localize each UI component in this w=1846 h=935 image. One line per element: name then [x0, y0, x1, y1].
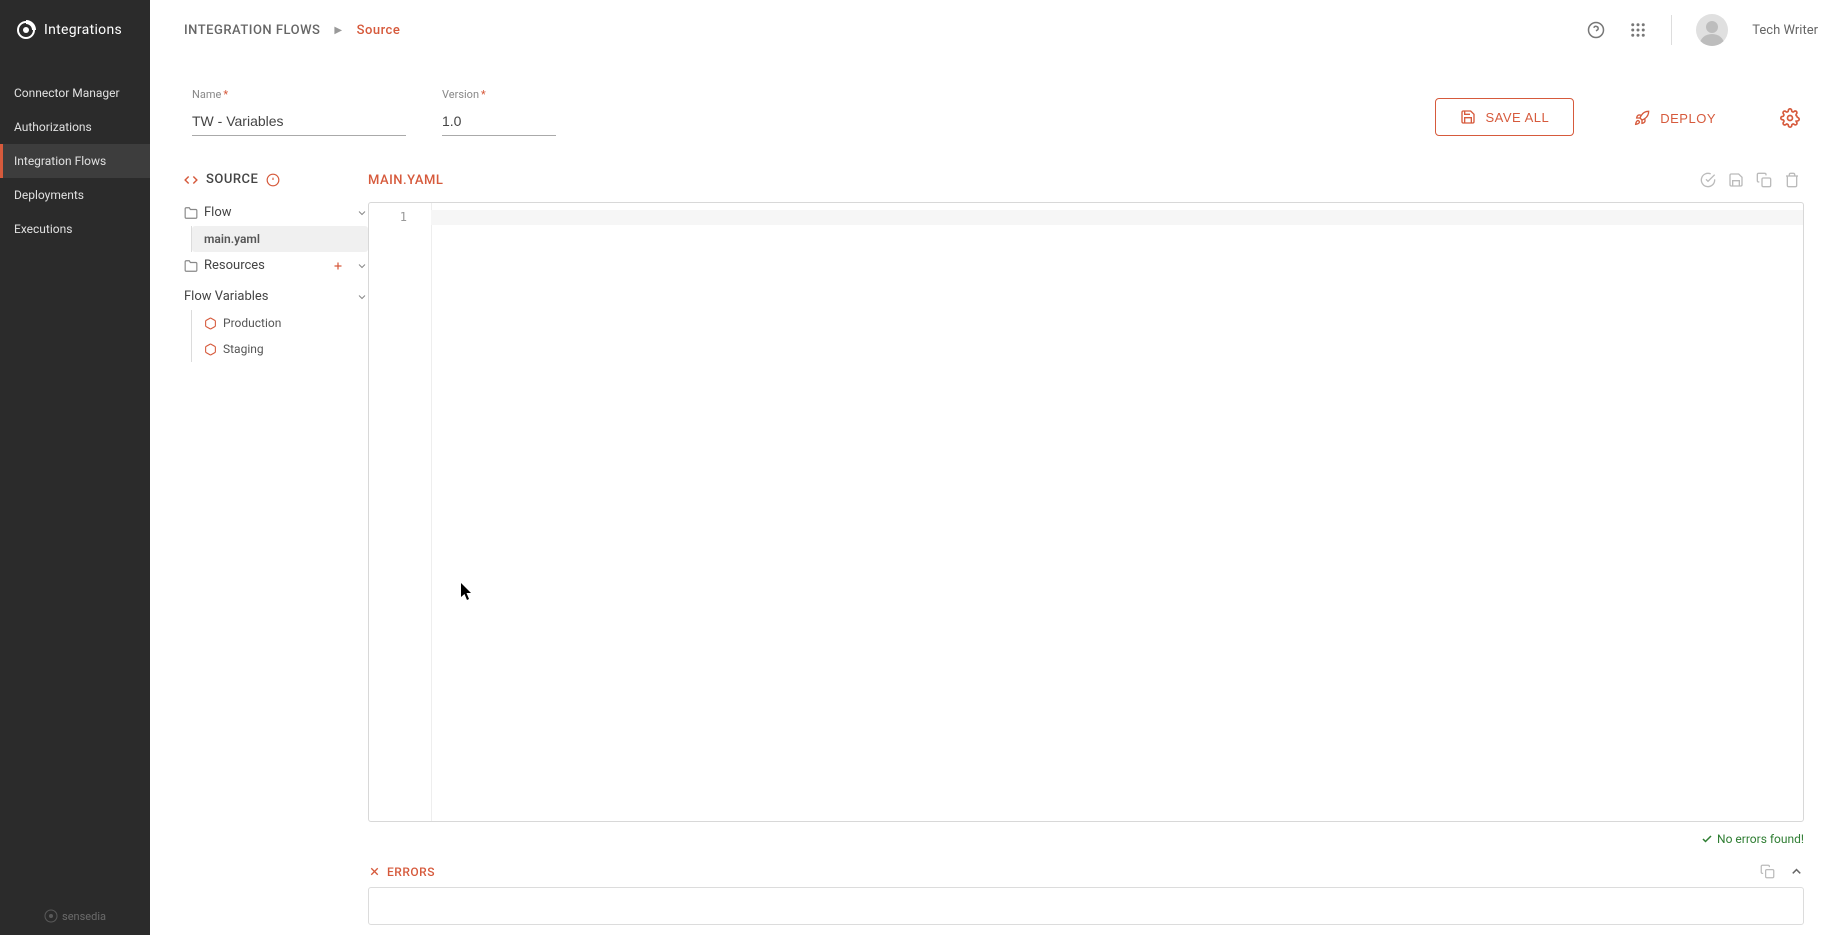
name-label: Name* — [192, 88, 406, 101]
folder-resources[interactable]: Resources — [184, 252, 368, 279]
save-all-button[interactable]: SAVE ALL — [1435, 98, 1575, 136]
sidebar-logo[interactable]: Integrations — [0, 0, 150, 60]
validate-icon[interactable] — [1696, 168, 1720, 192]
user-name: Tech Writer — [1752, 23, 1818, 38]
sidebar: Integrations Connector Manager Authoriza… — [0, 0, 150, 935]
code-area[interactable] — [431, 203, 1803, 821]
footer-brand-text: sensedia — [62, 910, 106, 923]
status-ok-text: No errors found! — [1717, 832, 1804, 846]
source-heading: SOURCE — [184, 172, 368, 187]
content: SOURCE Flow main.yaml R — [150, 154, 1846, 935]
sidebar-item-integration-flows[interactable]: Integration Flows — [0, 144, 150, 178]
source-heading-text: SOURCE — [206, 172, 258, 187]
footer-brand: sensedia — [44, 909, 106, 923]
user-avatar[interactable] — [1696, 14, 1728, 46]
code-editor[interactable]: 1 — [368, 202, 1804, 822]
folder-flow-label: Flow — [204, 205, 232, 220]
folder-flow[interactable]: Flow — [184, 199, 368, 226]
chevron-down-icon[interactable] — [356, 291, 368, 303]
copy-errors-icon[interactable] — [1760, 864, 1775, 879]
sidebar-item-executions[interactable]: Executions — [0, 212, 150, 246]
main-region: INTEGRATION FLOWS ▶ Source Tech Writer N… — [150, 0, 1846, 935]
breadcrumb-root[interactable]: INTEGRATION FLOWS — [184, 23, 320, 38]
add-resource-icon[interactable] — [332, 260, 344, 272]
folder-flow-children: main.yaml — [191, 226, 368, 252]
editor-gutter: 1 — [369, 203, 431, 821]
errors-header[interactable]: ERRORS — [368, 856, 1804, 887]
version-input[interactable] — [442, 107, 556, 136]
save-all-label: SAVE ALL — [1486, 110, 1550, 125]
variable-production-label: Production — [223, 316, 281, 330]
section-flow-variables[interactable]: Flow Variables — [184, 283, 368, 310]
variable-production[interactable]: Production — [192, 310, 368, 336]
variable-staging[interactable]: Staging — [192, 336, 368, 362]
name-input[interactable] — [192, 107, 406, 136]
sidebar-item-deployments[interactable]: Deployments — [0, 178, 150, 212]
editor-panel: MAIN.YAML — [368, 154, 1804, 935]
source-help-icon[interactable] — [266, 173, 280, 187]
settings-gear-icon[interactable] — [1776, 100, 1804, 136]
sidebar-nav: Connector Manager Authorizations Integra… — [0, 76, 150, 246]
mouse-cursor-icon — [461, 583, 473, 601]
source-tree: Flow main.yaml Resources Flow Variables — [184, 199, 368, 362]
sidebar-top: Integrations Connector Manager Authoriza… — [0, 0, 150, 897]
sidebar-footer: sensedia — [0, 897, 150, 935]
breadcrumb-separator-icon: ▶ — [334, 25, 342, 36]
deploy-button[interactable]: DEPLOY — [1610, 100, 1740, 136]
apps-grid-icon[interactable] — [1629, 21, 1647, 39]
form-actions-row: Name* Version* SAVE ALL DEPLOY — [150, 60, 1846, 154]
deploy-label: DEPLOY — [1660, 111, 1716, 126]
sidebar-item-authorizations[interactable]: Authorizations — [0, 110, 150, 144]
name-field-group: Name* — [192, 88, 406, 136]
errors-body — [368, 887, 1804, 925]
save-file-icon[interactable] — [1724, 168, 1748, 192]
editor-status-row: No errors found! — [368, 822, 1804, 856]
source-panel: SOURCE Flow main.yaml R — [184, 154, 368, 935]
variable-staging-label: Staging — [223, 342, 264, 356]
flow-variables-children: Production Staging — [191, 310, 368, 362]
app-logo-icon — [14, 18, 38, 42]
topbar-right: Tech Writer — [1587, 14, 1818, 46]
close-icon — [368, 865, 381, 878]
editor-tab[interactable]: MAIN.YAML — [368, 173, 443, 188]
editor-tab-actions — [1696, 168, 1804, 192]
topbar: INTEGRATION FLOWS ▶ Source Tech Writer — [150, 0, 1846, 60]
breadcrumb-current: Source — [357, 23, 401, 38]
editor-tabbar: MAIN.YAML — [368, 168, 1804, 202]
breadcrumb: INTEGRATION FLOWS ▶ Source — [184, 23, 400, 38]
sidebar-item-connector-manager[interactable]: Connector Manager — [0, 76, 150, 110]
delete-icon[interactable] — [1780, 168, 1804, 192]
status-ok: No errors found! — [1701, 832, 1804, 846]
errors-actions — [1760, 864, 1804, 879]
help-icon[interactable] — [1587, 21, 1605, 39]
file-label: main.yaml — [204, 232, 260, 246]
version-label: Version* — [442, 88, 556, 101]
topbar-divider — [1671, 15, 1672, 45]
chevron-down-icon[interactable] — [356, 207, 368, 219]
chevron-down-icon[interactable] — [356, 260, 368, 272]
collapse-errors-icon[interactable] — [1789, 864, 1804, 879]
app-title: Integrations — [44, 22, 122, 38]
version-field-group: Version* — [442, 88, 556, 136]
flow-variables-label: Flow Variables — [184, 289, 269, 304]
errors-heading: ERRORS — [387, 865, 435, 879]
line-number: 1 — [369, 210, 407, 224]
code-line-1[interactable] — [431, 210, 1803, 225]
file-main-yaml[interactable]: main.yaml — [192, 226, 368, 252]
copy-icon[interactable] — [1752, 168, 1776, 192]
folder-resources-label: Resources — [204, 258, 265, 273]
